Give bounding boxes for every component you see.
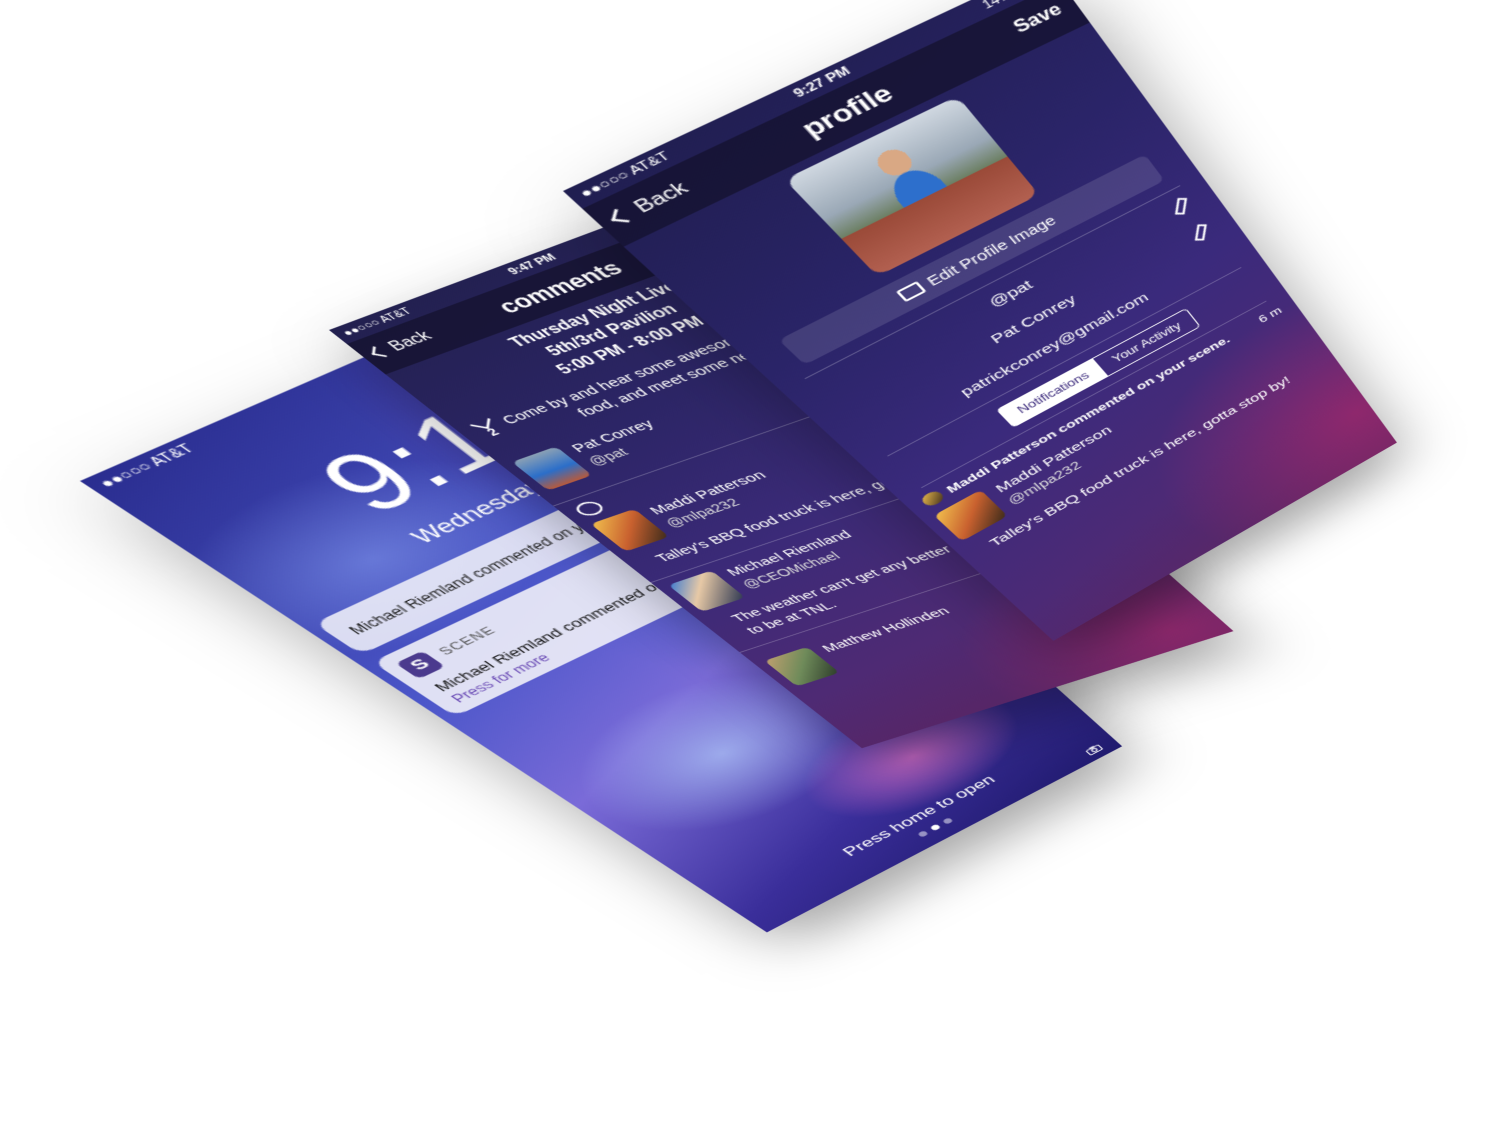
page-dot: [917, 830, 929, 838]
scene-app-icon: S: [395, 650, 446, 680]
notification-app-name: SCENE: [436, 624, 500, 658]
page-dot-active: [929, 823, 942, 832]
carrier-label: ●●○○○ AT&T: [95, 441, 199, 491]
comment-bubble-icon[interactable]: [571, 499, 608, 519]
page-dots: [749, 733, 1115, 926]
comment-author-name: Matthew Hollinden: [818, 604, 954, 655]
camera-icon: [896, 280, 927, 302]
page-dot: [941, 817, 954, 825]
press-home-label: Press home to open: [838, 772, 999, 859]
mockup-stage: ●●○○○ AT&T 9:15 Wednesday, April Michael…: [0, 0, 1500, 1125]
avatar: [918, 488, 947, 509]
